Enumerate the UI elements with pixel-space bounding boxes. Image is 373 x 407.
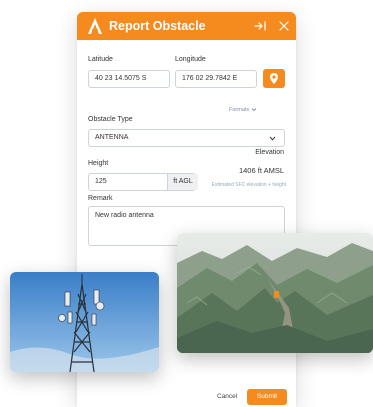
elevation-label: Elevation xyxy=(255,149,284,156)
height-unit: ft AGL xyxy=(167,174,198,190)
app-logo-icon xyxy=(88,18,102,34)
longitude-label: Longitude xyxy=(175,56,206,63)
remark-label: Remark xyxy=(88,195,113,202)
chevron-down-icon xyxy=(251,108,257,112)
obstacle-type-label: Obstacle Type xyxy=(88,116,133,123)
antenna-tower-photo xyxy=(10,272,159,372)
terrain-3d-view xyxy=(177,233,373,353)
pick-location-button[interactable] xyxy=(263,69,285,88)
close-icon[interactable] xyxy=(276,18,292,34)
cancel-button[interactable]: Cancel xyxy=(217,393,237,400)
chevron-down-icon xyxy=(269,136,276,141)
longitude-input[interactable]: 176 02 29.7842 E xyxy=(175,70,257,88)
map-pin-icon xyxy=(270,73,278,84)
submit-button[interactable]: Submit xyxy=(247,389,287,405)
obstacle-type-value: ANTENNA xyxy=(95,134,129,141)
elevation-value: 1406 ft AMSL xyxy=(238,166,284,175)
formats-label: Formats xyxy=(229,107,250,113)
panel-title: Report Obstacle xyxy=(109,19,206,33)
collapse-right-icon[interactable] xyxy=(252,18,268,34)
panel-header: Report Obstacle xyxy=(77,12,296,40)
height-label: Height xyxy=(88,160,109,167)
height-value: 125 xyxy=(95,178,107,185)
height-input[interactable]: 125 ft AGL xyxy=(88,173,198,191)
elevation-note: Estimated SFC elevation + height xyxy=(211,182,286,188)
obstacle-type-select[interactable]: ANTENNA xyxy=(88,129,285,147)
latitude-label: Latitude xyxy=(88,56,113,63)
latitude-input[interactable]: 40 23 14.5075 S xyxy=(88,70,170,88)
formats-toggle[interactable]: Formats xyxy=(229,107,257,113)
